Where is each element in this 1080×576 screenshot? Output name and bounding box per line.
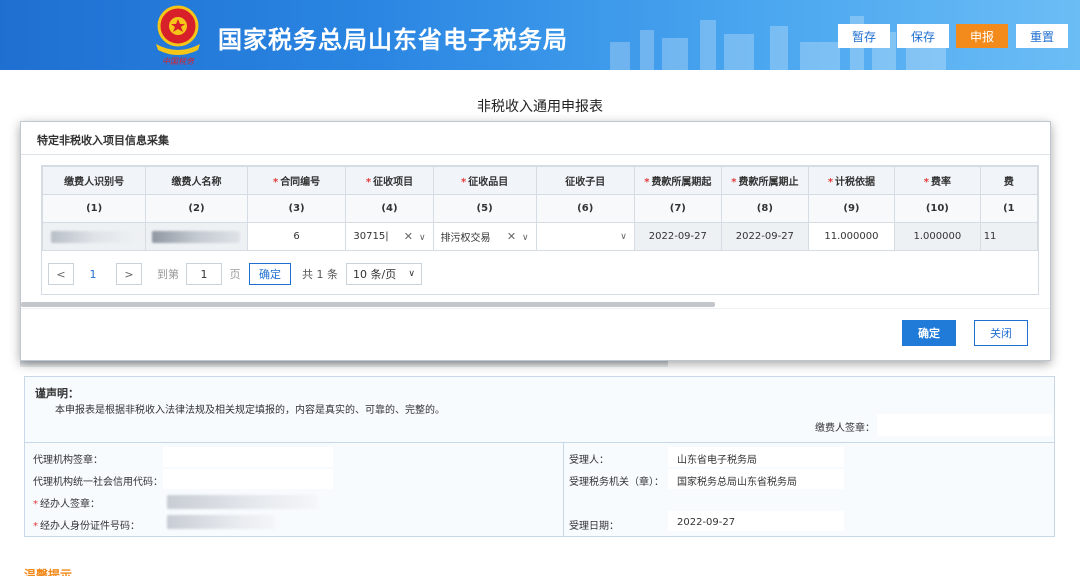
svg-text:中国税务: 中国税务 (162, 57, 195, 66)
column-header: * 合同编号 (246, 166, 347, 195)
column-index: (7) (633, 194, 722, 223)
declaration-signatures: 代理机构签章： 代理机构统一社会信用代码： * 经办人签章： * 经办人身份证件号码… (25, 443, 1054, 537)
levy-category-value: 排污权交易 (440, 233, 491, 244)
fee-cell: 11 (979, 222, 1038, 250)
contract-no-input[interactable]: 6 (246, 222, 347, 250)
declaration-text: 本申报表是根据非税收入法律法规及相关规定填报的，内容是真实的、可靠的、完整的。 (55, 405, 445, 416)
horizontal-scrollbar[interactable] (21, 302, 715, 307)
goto-confirm-button[interactable]: 确定 (249, 263, 291, 285)
column-header: * 费款所属期止 (720, 166, 809, 195)
chevron-down-icon[interactable]: ∨ (419, 233, 426, 243)
declaration-section: 谨声明： 本申报表是根据非税收入法律法规及相关规定填报的，内容是真实的、可靠的、… (24, 376, 1055, 537)
modal-footer-divider (21, 308, 1050, 309)
column-index: (6) (535, 194, 635, 223)
acceptor-label: 受理人： (569, 455, 609, 466)
period-end-cell: 2022-09-27 (720, 222, 809, 250)
payer-name-redacted (152, 230, 241, 243)
column-index: (10) (894, 194, 981, 223)
period-start-cell: 2022-09-27 (633, 222, 722, 250)
item-table-container[interactable]: 缴费人识别号 缴费人名称 * 合同编号 * 征收项目 * 征收品目 征收子目 * 费款所… (41, 165, 1039, 251)
column-index: (5) (432, 194, 537, 223)
item-info-modal: 特定非税收入项目信息采集 缴费人识别号 缴费人名称 * 合同编号 * 征收项目 * 征… (20, 121, 1051, 361)
levy-category-select[interactable]: 排污权交易 ✕ ∨ (432, 222, 537, 250)
agency-seal-field[interactable] (163, 447, 333, 467)
next-page-button[interactable]: > (116, 263, 142, 285)
tax-emblem-logo: 中国税务 (156, 5, 200, 66)
handler-id-redacted (167, 515, 275, 529)
accept-date-label: 受理日期： (569, 521, 619, 532)
payer-signature-label: 缴费人签章： (815, 423, 875, 434)
page-size-value: 10 条/页 (353, 268, 397, 281)
payer-id-redacted (51, 230, 138, 243)
tax-basis-input[interactable]: 11.000000 (807, 222, 896, 250)
prev-page-button[interactable]: < (48, 263, 74, 285)
column-index: (2) (145, 194, 248, 223)
levy-item-value: 30715| (353, 231, 389, 242)
column-header: * 计税依据 (807, 166, 896, 195)
column-header: * 征收项目 (345, 166, 434, 195)
declare-button[interactable]: 申报 (956, 24, 1008, 48)
site-header: 中国税务 国家税务总局山东省电子税务局 暂存 保存 申报 重置 (0, 0, 1080, 70)
modal-close-button[interactable]: 关闭 (974, 320, 1028, 346)
tax-office-label: 受理税务机关（章）： (569, 477, 664, 488)
page-unit-label: 页 (229, 268, 241, 281)
table-row: 6 30715| ✕ ∨ 排污权交易 ✕ ∨ ∨ 2022-09-27 2022-09-… (42, 222, 1038, 250)
divider (563, 443, 564, 537)
chevron-down-icon[interactable]: ∨ (522, 233, 529, 243)
agency-seal-label: 代理机构签章： (33, 455, 103, 466)
levy-sub-select[interactable]: ∨ (535, 222, 635, 250)
column-index: (1) (42, 194, 147, 223)
chevron-down-icon[interactable]: ∨ (620, 232, 627, 242)
acceptor-value: 山东省电子税务局 (677, 455, 757, 466)
column-header: 征收子目 (535, 166, 635, 195)
tax-office-value: 国家税务总局山东省税务局 (677, 477, 797, 488)
modal-title: 特定非税收入项目信息采集 (37, 134, 169, 147)
column-header: 费 (979, 166, 1038, 195)
rate-cell: 1.000000 (894, 222, 981, 250)
save-button[interactable]: 保存 (897, 24, 949, 48)
agency-credit-code-label: 代理机构统一社会信用代码： (33, 477, 163, 488)
payer-name-cell (145, 222, 248, 250)
column-index: (3) (246, 194, 347, 223)
column-header: * 费率 (894, 166, 981, 195)
column-header: * 费款所属期起 (633, 166, 722, 195)
handler-id-label: * 经办人身份证件号码： (33, 521, 140, 532)
reset-button[interactable]: 重置 (1016, 24, 1068, 48)
accept-date-value: 2022-09-27 (677, 517, 736, 528)
declaration-statement: 谨声明： 本申报表是根据非税收入法律法规及相关规定填报的，内容是真实的、可靠的、… (25, 377, 1054, 443)
column-index: (1 (979, 194, 1038, 223)
agency-credit-code-field[interactable] (163, 469, 333, 489)
column-header: 缴费人名称 (145, 166, 248, 195)
form-title: 非税收入通用申报表 (477, 99, 603, 115)
modal-confirm-button[interactable]: 确定 (902, 320, 956, 346)
column-index-row: (1) (2) (3) (4) (5) (6) (7) (8) (9) (10)… (42, 194, 1038, 223)
pagination: < 1 > 到第 1 页 确定 共 1 条 10 条/页 ∨ (41, 251, 1039, 295)
tip-heading: 温馨提示 (24, 568, 73, 576)
clear-icon[interactable]: ✕ (404, 230, 413, 243)
payer-signature-field[interactable] (877, 414, 1052, 436)
column-header: * 征收品目 (432, 166, 537, 195)
payer-id-cell (42, 222, 147, 250)
column-index: (4) (345, 194, 434, 223)
page-size-select[interactable]: 10 条/页 ∨ (346, 263, 422, 285)
levy-item-select[interactable]: 30715| ✕ ∨ (345, 222, 434, 250)
goto-label: 到第 (157, 268, 179, 281)
handler-name-redacted (167, 495, 317, 509)
total-count: 共 1 条 (302, 268, 338, 281)
page-number-current[interactable]: 1 (83, 263, 103, 285)
declaration-heading: 谨声明： (35, 387, 79, 400)
site-title: 国家税务总局山东省电子税务局 (218, 26, 568, 54)
column-index: (8) (720, 194, 809, 223)
temp-save-button[interactable]: 暂存 (838, 24, 890, 48)
column-index: (9) (807, 194, 896, 223)
item-table: 缴费人识别号 缴费人名称 * 合同编号 * 征收项目 * 征收品目 征收子目 * 费款所… (42, 166, 1038, 250)
handler-signature-label: * 经办人签章： (33, 499, 100, 510)
chevron-down-icon: ∨ (408, 269, 415, 279)
goto-page-input[interactable]: 1 (186, 263, 222, 285)
table-header-row: 缴费人识别号 缴费人名称 * 合同编号 * 征收项目 * 征收品目 征收子目 * 费款所… (42, 166, 1038, 195)
modal-underlay (20, 361, 668, 367)
modal-title-divider (21, 154, 1050, 155)
clear-icon[interactable]: ✕ (507, 230, 516, 243)
column-header: 缴费人识别号 (42, 166, 147, 195)
